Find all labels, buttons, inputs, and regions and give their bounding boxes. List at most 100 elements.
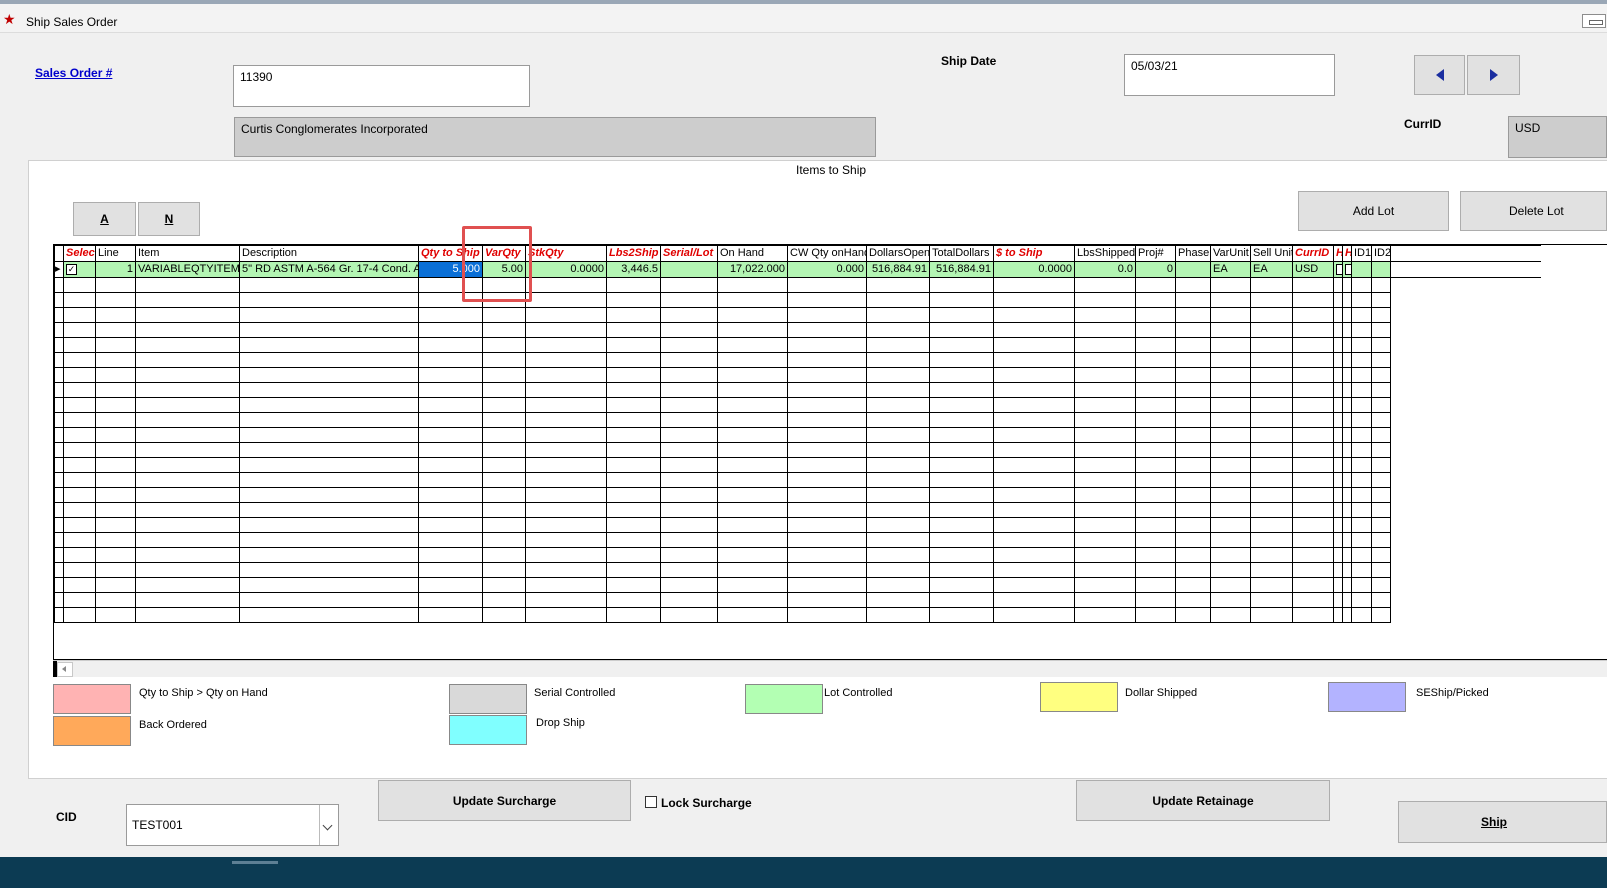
column-header-serial-lot[interactable]: Serial/Lot xyxy=(660,245,718,262)
next-record-button[interactable] xyxy=(1467,55,1520,95)
add-lot-button[interactable]: Add Lot xyxy=(1298,191,1449,231)
column-header-line[interactable]: Line xyxy=(95,245,136,262)
table-row[interactable] xyxy=(54,442,1541,458)
restore-window-icon[interactable] xyxy=(1582,14,1606,28)
table-row[interactable] xyxy=(54,367,1541,383)
column-header-description[interactable]: Description xyxy=(239,245,419,262)
lbs-shipped-cell[interactable]: 0.0 xyxy=(1074,261,1136,278)
legend-label-seship: SEShip/Picked xyxy=(1416,687,1489,699)
table-row[interactable] xyxy=(54,322,1541,338)
table-row[interactable]: ▸ ✓ 1 VARIABLEQTYITEM2 5" RD ASTM A-564 Gr. … xyxy=(54,261,1541,278)
table-row[interactable] xyxy=(54,562,1541,578)
items-grid[interactable]: Selec Line Item Description Qty to Ship VarQt… xyxy=(53,244,1607,660)
a-button[interactable]: A xyxy=(73,202,136,236)
h-checkbox[interactable] xyxy=(1336,263,1342,275)
table-row[interactable] xyxy=(54,307,1541,323)
chevron-down-icon[interactable] xyxy=(319,805,338,845)
table-row[interactable] xyxy=(54,277,1541,293)
column-header-selec[interactable]: Selec xyxy=(63,245,96,262)
column-header-varunit[interactable]: VarUnit xyxy=(1210,245,1251,262)
total-dollars-cell[interactable]: 516,884.91 xyxy=(929,261,994,278)
sales-order-link[interactable]: Sales Order # xyxy=(35,66,112,80)
column-header-proj[interactable]: Proj# xyxy=(1135,245,1176,262)
column-header-sell-unit[interactable]: Sell Unit xyxy=(1250,245,1293,262)
description-cell[interactable]: 5" RD ASTM A-564 Gr. 17-4 Cond. A xyxy=(239,261,419,278)
column-header-to-ship[interactable]: $ to Ship xyxy=(993,245,1075,262)
table-row[interactable] xyxy=(54,547,1541,563)
column-header-lbs2ship[interactable]: Lbs2Ship xyxy=(606,245,661,262)
select-checkbox[interactable]: ✓ xyxy=(66,263,77,275)
table-row[interactable] xyxy=(54,487,1541,503)
column-header-h[interactable]: H xyxy=(1342,245,1352,262)
lock-surcharge-label: Lock Surcharge xyxy=(661,796,752,810)
h1-cell[interactable] xyxy=(1333,261,1343,278)
ship-button[interactable]: Ship xyxy=(1398,801,1607,843)
select-cell[interactable]: ✓ xyxy=(63,261,96,278)
id2-cell[interactable] xyxy=(1371,261,1391,278)
sell-unit-cell[interactable]: EA xyxy=(1250,261,1293,278)
column-header-item[interactable]: Item xyxy=(135,245,240,262)
currid-field: USD xyxy=(1508,116,1607,158)
column-header-stkqty[interactable]: StkQty xyxy=(525,245,607,262)
cw-qty-onhand-cell[interactable]: 0.000 xyxy=(787,261,867,278)
column-header-dollarsopen[interactable]: DollarsOpen xyxy=(866,245,930,262)
arrow-left-icon xyxy=(1435,69,1444,81)
table-row[interactable] xyxy=(54,412,1541,428)
sales-order-input[interactable]: 11390 xyxy=(233,65,530,107)
table-row[interactable] xyxy=(54,607,1541,623)
table-row[interactable] xyxy=(54,337,1541,353)
table-row[interactable] xyxy=(54,517,1541,533)
table-row[interactable] xyxy=(54,472,1541,488)
lbs2ship-cell[interactable]: 3,446.5 xyxy=(606,261,661,278)
panel-title: Items to Ship xyxy=(796,163,867,177)
previous-record-button[interactable] xyxy=(1414,55,1465,95)
legend-swatch-qty-over xyxy=(53,684,131,714)
n-button[interactable]: N xyxy=(138,202,200,236)
column-header-id1[interactable]: ID1 xyxy=(1351,245,1372,262)
dollars-to-ship-cell[interactable]: 0.0000 xyxy=(993,261,1075,278)
ship-date-input[interactable]: 05/03/21 xyxy=(1124,54,1335,96)
table-row[interactable] xyxy=(54,457,1541,473)
table-row[interactable] xyxy=(54,397,1541,413)
serial-lot-cell[interactable] xyxy=(660,261,718,278)
phase-cell[interactable] xyxy=(1175,261,1211,278)
lock-surcharge-checkbox[interactable] xyxy=(645,796,657,808)
table-row[interactable] xyxy=(54,592,1541,608)
table-row[interactable] xyxy=(54,382,1541,398)
horizontal-scrollbar[interactable] xyxy=(53,660,1607,677)
column-header-currid[interactable]: CurrID xyxy=(1292,245,1334,262)
varunit-cell[interactable]: EA xyxy=(1210,261,1251,278)
column-header-totaldollars[interactable]: TotalDollars xyxy=(929,245,994,262)
column-header-on-hand[interactable]: On Hand xyxy=(717,245,788,262)
stkqty-cell[interactable]: 0.0000 xyxy=(525,261,607,278)
table-row[interactable] xyxy=(54,427,1541,443)
line-cell[interactable]: 1 xyxy=(95,261,136,278)
h2-cell[interactable] xyxy=(1342,261,1352,278)
column-header-lbsshipped[interactable]: LbsShipped xyxy=(1074,245,1136,262)
h-checkbox[interactable] xyxy=(1345,263,1351,275)
update-retainage-button[interactable]: Update Retainage xyxy=(1076,780,1330,821)
column-header-phase[interactable]: Phase xyxy=(1175,245,1211,262)
filler-cell[interactable] xyxy=(1390,261,1541,278)
id1-cell[interactable] xyxy=(1351,261,1372,278)
scroll-left-icon[interactable] xyxy=(57,662,73,677)
column-header-h[interactable]: H xyxy=(1333,245,1343,262)
currid-cell[interactable]: USD xyxy=(1292,261,1334,278)
table-row[interactable] xyxy=(54,292,1541,308)
column-header-id2[interactable]: ID2 xyxy=(1371,245,1391,262)
row-pointer-icon[interactable]: ▸ xyxy=(54,261,64,278)
table-row[interactable] xyxy=(54,502,1541,518)
cid-combobox[interactable]: TEST001 xyxy=(126,804,339,846)
table-row[interactable] xyxy=(54,577,1541,593)
item-cell[interactable]: VARIABLEQTYITEM2 xyxy=(135,261,240,278)
currid-label: CurrID xyxy=(1404,117,1442,131)
table-row[interactable] xyxy=(54,352,1541,368)
table-row[interactable] xyxy=(54,532,1541,548)
delete-lot-button[interactable]: Delete Lot xyxy=(1460,191,1607,231)
update-surcharge-button[interactable]: Update Surcharge xyxy=(378,780,631,821)
on-hand-cell[interactable]: 17,022.000 xyxy=(717,261,788,278)
legend-label-back-ordered: Back Ordered xyxy=(139,719,207,731)
proj-cell[interactable]: 0 xyxy=(1135,261,1176,278)
column-header-cw-qty-onhand[interactable]: CW Qty onHand xyxy=(787,245,867,262)
dollars-open-cell[interactable]: 516,884.91 xyxy=(866,261,930,278)
